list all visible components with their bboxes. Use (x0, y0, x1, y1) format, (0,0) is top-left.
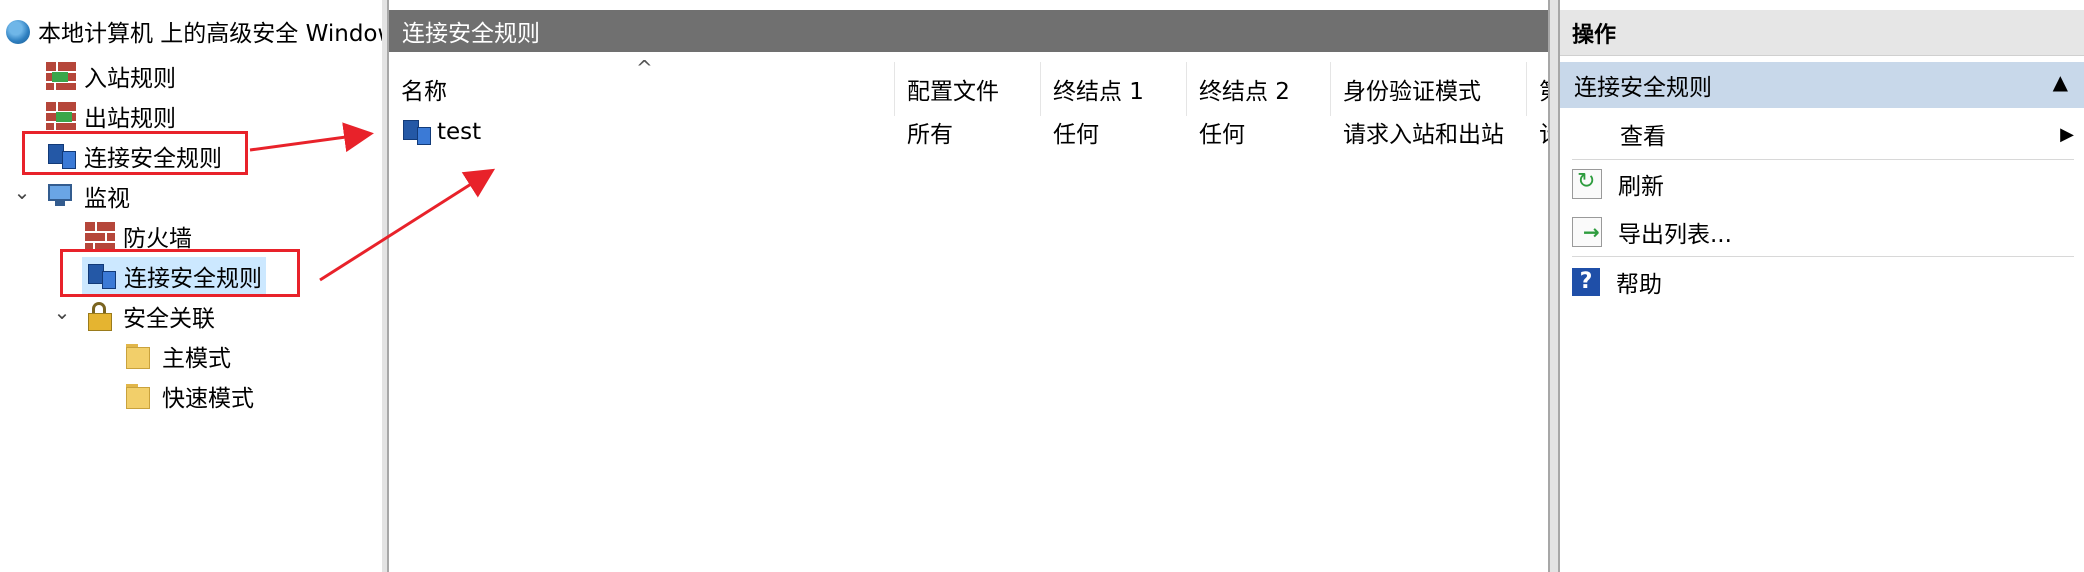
monitor-icon (46, 181, 76, 211)
cell-auth-mode: 请求入站和出站 (1343, 122, 1504, 148)
collapse-caret-icon[interactable]: ▲ (2053, 70, 2068, 94)
lock-icon (85, 301, 115, 331)
chevron-down-icon[interactable]: ⌄ (52, 300, 72, 324)
column-header-profile[interactable]: 配置文件 (895, 62, 1041, 116)
tree-item-label: 防火墙 (123, 226, 192, 252)
column-header-auth-mode[interactable]: 身份验证模式 (1331, 62, 1527, 116)
tree-item-monitoring[interactable]: 监视 (46, 177, 130, 215)
outbound-rules-icon (46, 102, 76, 130)
chevron-down-icon[interactable]: ⌄ (12, 180, 32, 204)
results-pane: 连接安全规则 ^ 名称 配置文件 终结点 1 终结点 2 身份验证模式 第 te… (387, 0, 1550, 572)
column-header-endpoint-1[interactable]: 终结点 1 (1041, 62, 1187, 116)
tree-item-label: 快速模式 (162, 386, 254, 412)
connection-security-icon (401, 117, 431, 147)
submenu-arrow-icon: ▶ (2060, 123, 2074, 145)
tree-root-label: 本地计算机 上的高级安全 Windows Defender 防火墙 (38, 21, 382, 47)
cell-endpoint-2: 任何 (1199, 122, 1245, 148)
annotation-highlight-box (22, 131, 248, 175)
tree-item-label: 入站规则 (84, 66, 176, 92)
folder-icon (124, 341, 154, 371)
results-title-bar: 连接安全规则 (389, 10, 1548, 52)
cell-extra: 计 (1527, 112, 1548, 152)
tree-item-label: 监视 (84, 186, 130, 212)
cell-endpoint-1: 任何 (1053, 122, 1099, 148)
divider (1572, 256, 2074, 257)
refresh-icon (1572, 169, 1602, 199)
cell-name: test (389, 112, 895, 152)
tree-item-security-associations[interactable]: 安全关联 (85, 297, 215, 335)
firewall-brick-icon (85, 222, 115, 250)
column-header-name[interactable]: 名称 (389, 62, 895, 116)
tree-item-label: 出站规则 (84, 106, 176, 132)
action-help[interactable]: ? 帮助 (1572, 258, 2074, 306)
navigation-tree: 本地计算机 上的高级安全 Windows Defender 防火墙 入站规则 出… (0, 0, 382, 572)
tree-root[interactable]: 本地计算机 上的高级安全 Windows Defender 防火墙 (6, 12, 382, 50)
action-refresh[interactable]: 刷新 (1572, 160, 2074, 208)
tree-item-outbound-rules[interactable]: 出站规则 (46, 97, 176, 135)
tree-item-quick-mode[interactable]: 快速模式 (124, 377, 254, 415)
action-export-list[interactable]: 导出列表... (1572, 208, 2074, 256)
action-view[interactable]: 查看 ▶ (1572, 110, 2074, 158)
folder-icon (124, 381, 154, 411)
tree-item-main-mode[interactable]: 主模式 (124, 337, 231, 375)
actions-title: 操作 (1560, 10, 2084, 56)
inbound-rules-icon (46, 62, 76, 90)
annotation-highlight-box (60, 249, 300, 297)
tree-item-label: 主模式 (162, 346, 231, 372)
results-title: 连接安全规则 (402, 21, 540, 47)
cell-profile: 所有 (907, 122, 953, 148)
tree-item-label: 安全关联 (123, 306, 215, 332)
pane-splitter[interactable] (1550, 0, 1558, 572)
tree-item-inbound-rules[interactable]: 入站规则 (46, 57, 176, 95)
actions-pane: 操作 连接安全规则 ▲ 查看 ▶ 刷新 导出列表... ? 帮助 (1558, 0, 2084, 572)
export-list-icon (1572, 217, 1602, 247)
actions-section-header[interactable]: 连接安全规则 ▲ (1560, 62, 2084, 108)
firewall-globe-icon (6, 20, 30, 44)
column-header-extra[interactable]: 第 (1527, 62, 1548, 116)
column-header-endpoint-2[interactable]: 终结点 2 (1187, 62, 1331, 116)
help-icon: ? (1572, 268, 1600, 296)
